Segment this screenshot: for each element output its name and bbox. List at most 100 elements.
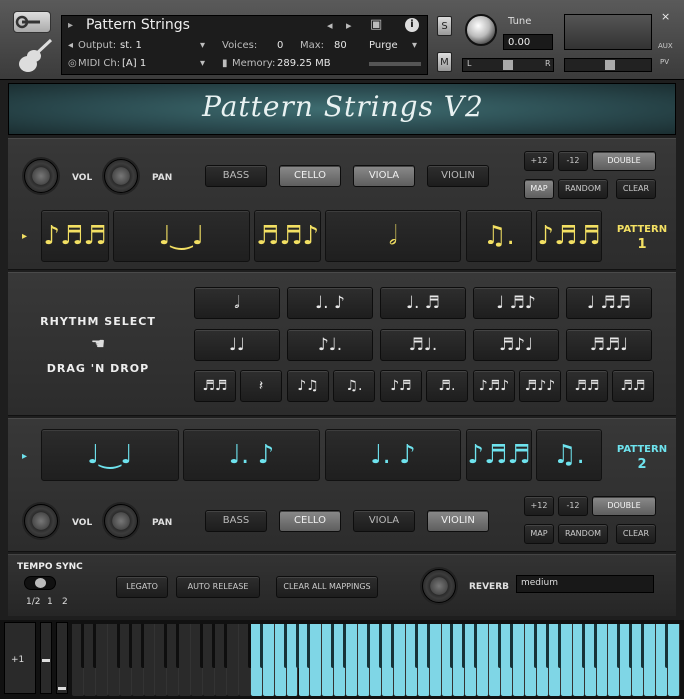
random-button-2[interactable]: RANDOM xyxy=(558,524,608,544)
sync-option-half[interactable]: 1/2 xyxy=(26,597,40,607)
rhythm-button[interactable]: ♬♬ xyxy=(612,370,654,402)
pattern2-slot-3[interactable]: ♩. ♪ xyxy=(325,429,461,481)
white-key[interactable] xyxy=(226,624,239,696)
clear-button-1[interactable]: CLEAR xyxy=(616,179,656,199)
rhythm-button[interactable]: ♬♪♪ xyxy=(519,370,561,402)
pan-handle[interactable] xyxy=(503,60,513,70)
sync-option-2[interactable]: 2 xyxy=(62,597,68,607)
octave-control[interactable]: +1 xyxy=(4,622,36,694)
clear-all-mappings-button[interactable]: CLEAR ALL MAPPINGS xyxy=(276,576,378,598)
mod-wheel[interactable] xyxy=(56,622,68,694)
vol-knob-2[interactable] xyxy=(24,504,58,538)
pattern1-slot-4[interactable]: 𝅗𝅥 xyxy=(325,210,461,262)
white-key[interactable] xyxy=(310,624,323,696)
rhythm-button[interactable]: ♫. xyxy=(333,370,375,402)
midi-dropdown-icon[interactable]: ▾ xyxy=(200,58,205,69)
reverb-type-menu[interactable]: medium xyxy=(516,575,654,593)
rhythm-button[interactable]: 𝅗𝅥 xyxy=(194,287,280,319)
white-key[interactable] xyxy=(560,624,573,696)
double-button-1[interactable]: DOUBLE xyxy=(592,151,656,171)
pattern1-slot-5[interactable]: ♫. xyxy=(466,210,532,262)
purge-dropdown-icon[interactable]: ▾ xyxy=(412,40,417,51)
output-dropdown-icon[interactable]: ▾ xyxy=(200,40,205,51)
pan-knob-2[interactable] xyxy=(104,504,138,538)
minus12-button-1[interactable]: -12 xyxy=(558,151,588,171)
tempo-sync-switch[interactable] xyxy=(24,576,56,590)
vol-knob-1[interactable] xyxy=(24,159,58,193)
tempo-sync-handle[interactable] xyxy=(35,578,46,588)
camera-icon[interactable]: ▣ xyxy=(370,17,382,32)
pattern1-slot-6[interactable]: ♪♬♬ xyxy=(536,210,602,262)
solo-button[interactable]: S xyxy=(437,16,452,36)
white-key[interactable] xyxy=(95,624,108,696)
prev-instrument-icon[interactable]: ◂ xyxy=(327,19,333,32)
rhythm-button[interactable]: 𝄽 xyxy=(240,370,282,402)
map-button-1[interactable]: MAP xyxy=(524,179,554,199)
white-key[interactable] xyxy=(477,624,490,696)
pv-button[interactable]: PV xyxy=(660,58,669,66)
white-key[interactable] xyxy=(429,624,442,696)
white-key[interactable] xyxy=(143,624,156,696)
bass-button-1[interactable]: BASS xyxy=(205,165,267,187)
pattern1-slot-3[interactable]: ♬♬♪ xyxy=(254,210,321,262)
midi-channel-value[interactable]: [A] 1 xyxy=(122,58,146,69)
rhythm-button[interactable]: ♬♩. xyxy=(380,329,466,361)
viola-button-2[interactable]: VIOLA xyxy=(353,510,415,532)
close-icon[interactable]: × xyxy=(661,10,670,23)
output-value[interactable]: st. 1 xyxy=(120,40,142,51)
white-key[interactable] xyxy=(262,624,275,696)
volume-handle[interactable] xyxy=(605,60,615,70)
tune-value[interactable]: 0.00 xyxy=(508,37,530,48)
rhythm-button[interactable]: ♬♬ xyxy=(194,370,236,402)
plus12-button-2[interactable]: +12 xyxy=(524,496,554,516)
pan-slider[interactable]: L R xyxy=(462,58,554,72)
pattern1-slot-1[interactable]: ♪♬♬ xyxy=(41,210,109,262)
rhythm-button[interactable]: ♬♪♩ xyxy=(473,329,559,361)
white-key[interactable] xyxy=(596,624,609,696)
viola-button-1[interactable]: VIOLA xyxy=(353,165,415,187)
reverb-knob[interactable] xyxy=(422,569,456,603)
auto-release-button[interactable]: AUTO RELEASE xyxy=(176,576,260,598)
pattern2-slot-5[interactable]: ♫. xyxy=(536,429,602,481)
purge-menu[interactable]: Purge xyxy=(369,40,398,51)
cello-button-2[interactable]: CELLO xyxy=(279,510,341,532)
white-key[interactable] xyxy=(513,624,525,696)
pattern2-slot-4[interactable]: ♪♬♬ xyxy=(466,429,532,481)
instrument-name[interactable]: Pattern Strings xyxy=(86,17,190,33)
bass-button-2[interactable]: BASS xyxy=(205,510,267,532)
white-key[interactable] xyxy=(346,624,359,696)
pitch-wheel[interactable] xyxy=(40,622,52,694)
rhythm-button[interactable]: ♩ ♬♪ xyxy=(473,287,559,319)
plus12-button-1[interactable]: +12 xyxy=(524,151,554,171)
rhythm-button[interactable]: ♬. xyxy=(426,370,468,402)
rhythm-button[interactable]: ♪♬♪ xyxy=(473,370,515,402)
pan-knob-1[interactable] xyxy=(104,159,138,193)
clear-button-2[interactable]: CLEAR xyxy=(616,524,656,544)
cello-button-1[interactable]: CELLO xyxy=(279,165,341,187)
piano-keyboard[interactable] xyxy=(72,624,680,696)
minus12-button-2[interactable]: -12 xyxy=(558,496,588,516)
rhythm-button[interactable]: ♩. ♬ xyxy=(380,287,466,319)
rhythm-button[interactable]: ♪♩. xyxy=(287,329,373,361)
rhythm-button[interactable]: ♩ ♬♬ xyxy=(566,287,652,319)
random-button-1[interactable]: RANDOM xyxy=(558,179,608,199)
pattern1-play-arrow-icon[interactable]: ▸ xyxy=(22,231,27,242)
rhythm-button[interactable]: ♪♬ xyxy=(380,370,422,402)
white-key[interactable] xyxy=(668,624,680,696)
pattern1-slot-2[interactable]: ♩‿♩ xyxy=(113,210,250,262)
rhythm-button[interactable]: ♬♬♩ xyxy=(566,329,652,361)
pattern2-slot-2[interactable]: ♩. ♪ xyxy=(183,429,320,481)
info-icon[interactable]: i xyxy=(405,18,419,32)
white-key[interactable] xyxy=(644,624,657,696)
violin-button-1[interactable]: VIOLIN xyxy=(427,165,489,187)
legato-button[interactable]: LEGATO xyxy=(116,576,168,598)
rhythm-button[interactable]: ♩♩ xyxy=(194,329,280,361)
max-voices-value[interactable]: 80 xyxy=(334,40,347,51)
mute-button[interactable]: M xyxy=(437,52,452,72)
rhythm-button[interactable]: ♪♫ xyxy=(287,370,329,402)
aux-button[interactable]: AUX xyxy=(658,42,673,50)
collapse-icon[interactable]: ▸ xyxy=(68,20,73,31)
white-key[interactable] xyxy=(179,624,192,696)
rhythm-button[interactable]: ♬♬ xyxy=(566,370,608,402)
map-button-2[interactable]: MAP xyxy=(524,524,554,544)
